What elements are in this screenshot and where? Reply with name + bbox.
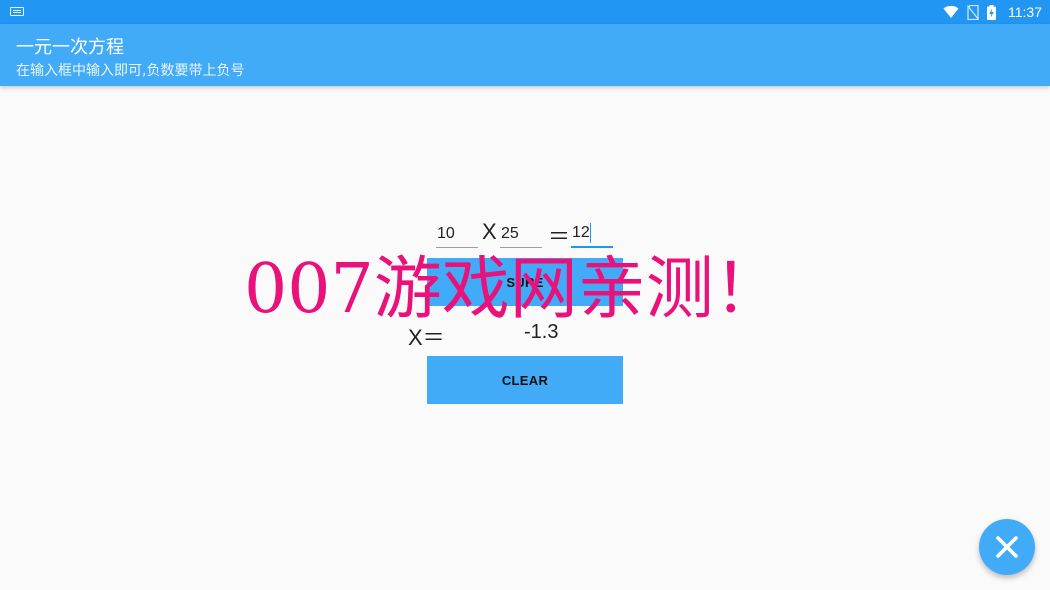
coefficient-a-input[interactable] bbox=[436, 222, 478, 248]
app-subtitle: 在输入框中输入即可,负数要带上负号 bbox=[16, 63, 245, 79]
multiply-sign: X bbox=[482, 219, 497, 244]
sure-button[interactable]: SURE bbox=[427, 258, 623, 306]
text-cursor bbox=[590, 223, 591, 243]
result-c-input[interactable] bbox=[571, 222, 613, 248]
result-label: X＝ bbox=[408, 325, 445, 350]
status-bar: 11:37 bbox=[0, 0, 1050, 24]
app-bar: 一元一次方程 在输入框中输入即可,负数要带上负号 bbox=[0, 24, 1050, 86]
close-icon bbox=[996, 536, 1018, 558]
status-time: 11:37 bbox=[1008, 4, 1042, 20]
battery-charging-icon bbox=[987, 4, 996, 20]
no-sim-icon bbox=[967, 4, 979, 20]
app-title: 一元一次方程 bbox=[16, 37, 124, 58]
status-icons: 11:37 bbox=[943, 0, 1042, 24]
wifi-icon bbox=[943, 5, 959, 18]
clear-button[interactable]: CLEAR bbox=[427, 356, 623, 404]
keyboard-icon bbox=[10, 7, 24, 16]
close-fab-button[interactable] bbox=[979, 519, 1035, 575]
coefficient-b-input[interactable] bbox=[500, 222, 542, 248]
equals-sign: ＝ bbox=[548, 224, 571, 249]
result-value: -1.3 bbox=[524, 321, 559, 343]
